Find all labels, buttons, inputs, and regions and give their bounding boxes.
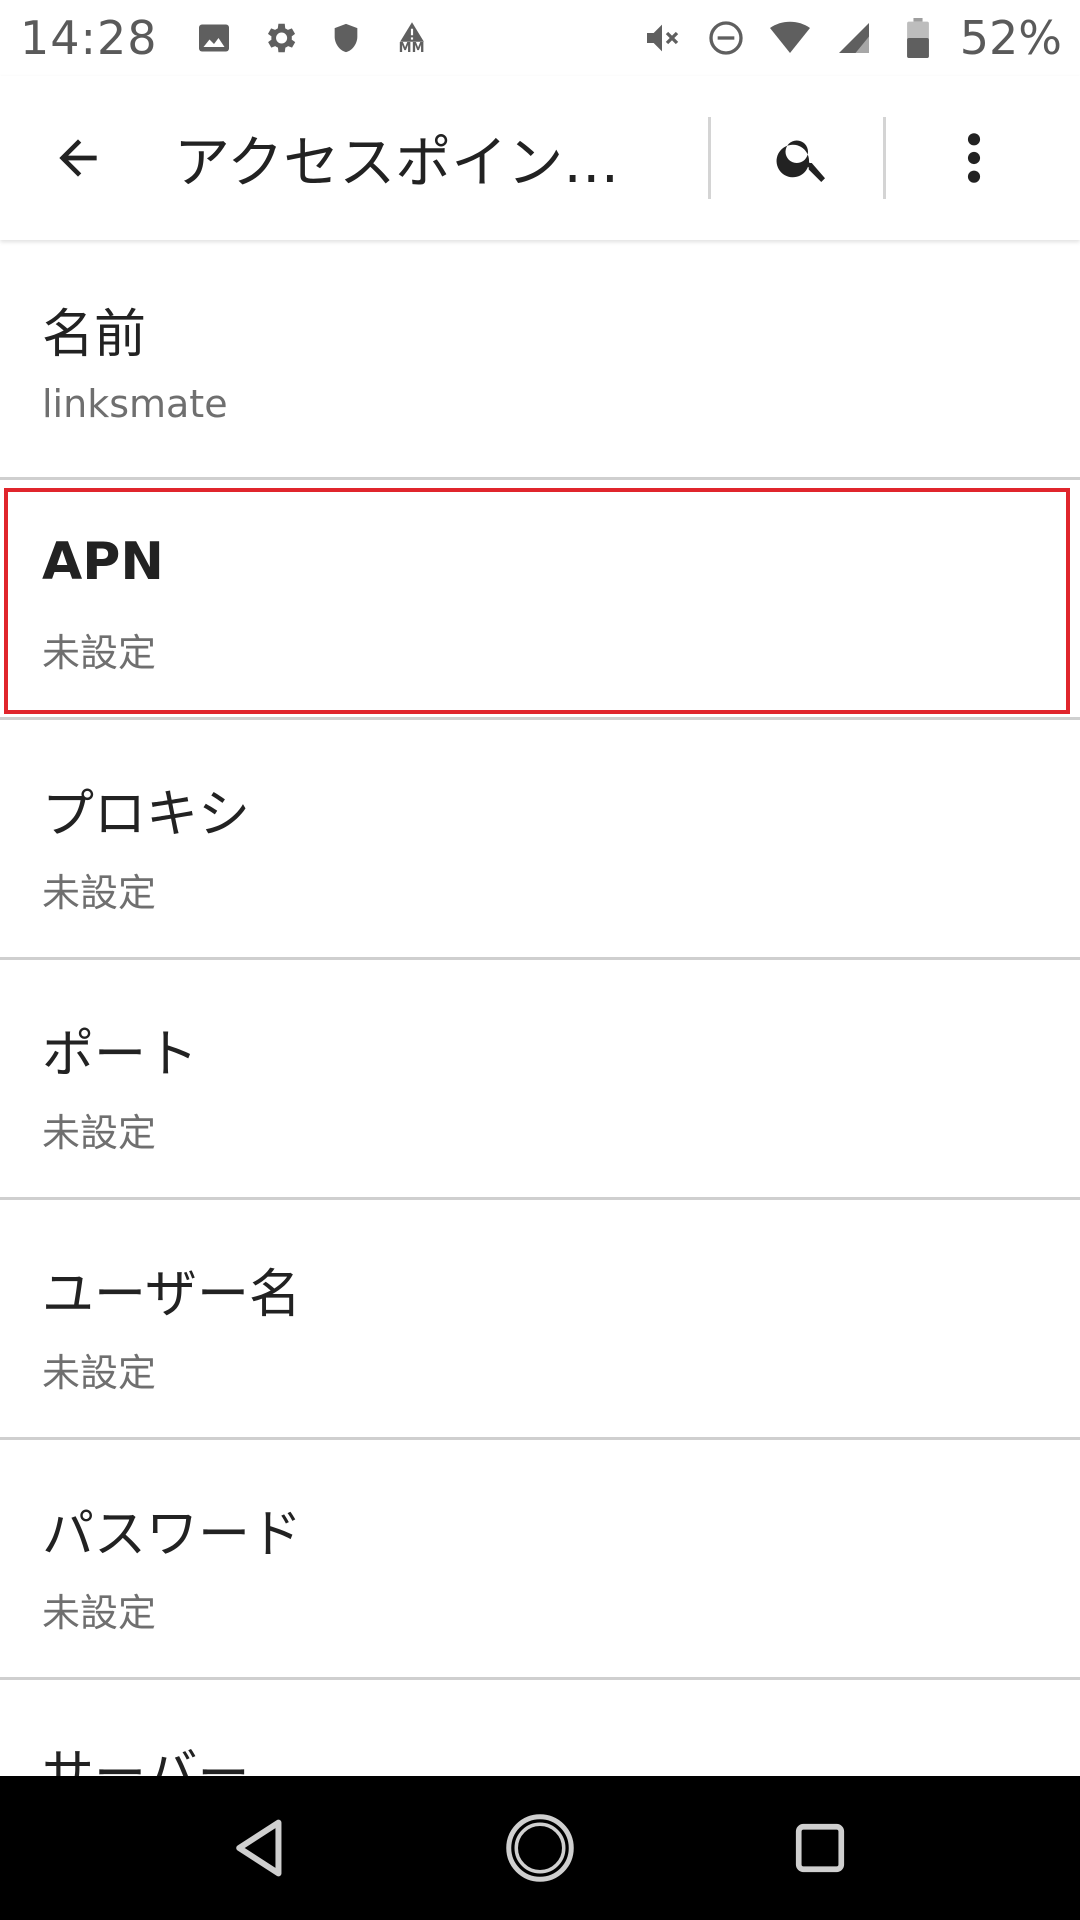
page-title: アクセスポイン… [174,130,620,196]
navigation-bar [0,1776,1080,1920]
image-icon [194,18,234,58]
toolbar-divider [708,117,711,199]
wifi-icon [769,18,810,58]
search-icon [776,140,825,182]
setting-title: ユーザー名 [42,1265,301,1325]
setting-value: 未設定 [42,1351,157,1395]
setting-title: サーバー [42,1745,250,1776]
setting-value: 未設定 [42,871,157,915]
arrow-back-icon [59,139,97,177]
setting-value: 未設定 [42,1111,157,1155]
gear-icon [260,18,300,58]
setting-server[interactable]: サーバー [0,1680,1080,1776]
setting-title: APN [42,532,164,592]
toolbar-divider [883,117,886,199]
more-options-button[interactable] [934,108,1014,208]
setting-port[interactable]: ポート 未設定 [0,960,1080,1200]
setting-title: 名前 [42,305,147,365]
mm-label: MM [398,41,425,56]
back-button[interactable] [38,118,118,198]
setting-proxy[interactable]: プロキシ 未設定 [0,720,1080,960]
setting-value: 未設定 [42,631,157,675]
setting-title: ポート [42,1025,199,1085]
setting-title: パスワード [42,1505,303,1565]
cell-signal-icon [834,18,874,58]
status-bar: 14:28 MM 52% [0,0,1080,76]
home-circle-icon [506,1814,574,1882]
setting-value: 未設定 [42,1591,157,1635]
back-triangle-icon [236,1819,282,1877]
setting-password[interactable]: パスワード 未設定 [0,1440,1080,1680]
more-vert-icon [967,133,981,183]
setting-name[interactable]: 名前 linksmate [0,240,1080,480]
status-time: 14:28 [20,11,158,65]
search-button[interactable] [753,108,853,208]
setting-username[interactable]: ユーザー名 未設定 [0,1200,1080,1440]
app-bar: アクセスポイン… [0,76,1080,240]
nav-home-button[interactable] [495,1803,585,1893]
mute-icon [642,18,682,58]
apn-settings-list: 名前 linksmate APN 未設定 プロキシ 未設定 ポート 未設定 ユー… [0,240,1080,1776]
mm-alert-icon: MM [392,18,432,58]
shield-icon [326,18,366,58]
battery-icon [898,18,938,58]
highlight-box [4,488,1070,714]
setting-title: プロキシ [42,785,251,845]
setting-value: linksmate [42,382,228,426]
recents-square-icon [795,1823,845,1873]
battery-percent: 52% [959,11,1062,65]
nav-recents-button[interactable] [775,1803,865,1893]
do-not-disturb-icon [706,18,746,58]
nav-back-button[interactable] [215,1803,305,1893]
setting-apn[interactable]: APN 未設定 [0,480,1080,720]
